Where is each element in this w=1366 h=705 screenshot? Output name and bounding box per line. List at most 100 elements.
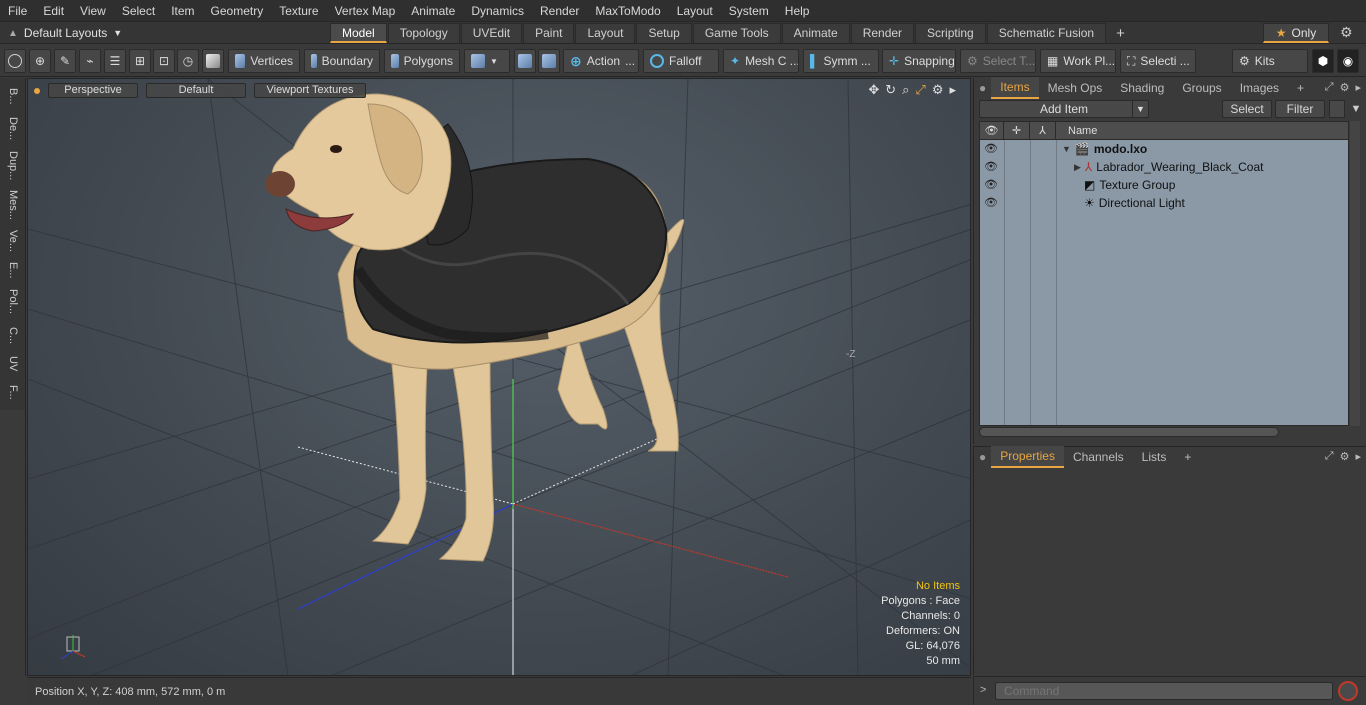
tab-items[interactable]: Items (991, 77, 1039, 99)
menu-help[interactable]: Help (777, 0, 818, 22)
filter-button[interactable]: Filter (1275, 100, 1325, 118)
tab-game-tools[interactable]: Game Tools (692, 23, 781, 43)
eye-col-icon[interactable]: 👁 (980, 122, 1004, 140)
menu-system[interactable]: System (721, 0, 777, 22)
pivot-button[interactable] (538, 49, 560, 73)
menu-view[interactable]: View (72, 0, 114, 22)
shading-default-button[interactable]: Default (146, 83, 246, 98)
lock-col-icon[interactable]: ✛ (1004, 122, 1030, 140)
tab-uvedit[interactable]: UVEdit (460, 23, 523, 43)
menu-maxtomodo[interactable]: MaxToModo (587, 0, 668, 22)
action-center-button[interactable]: ⊕ Action... (563, 49, 639, 73)
tree-horizontal-scrollbar[interactable] (979, 427, 1279, 437)
vertices-button[interactable]: Vertices (228, 49, 300, 73)
only-toggle[interactable]: ★ Only (1263, 23, 1329, 43)
tree-row-texture-group[interactable]: 👁 ◩ Texture Group (980, 176, 1348, 194)
tab-schematic-fusion[interactable]: Schematic Fusion (986, 23, 1107, 43)
record-icon[interactable] (1338, 681, 1358, 701)
tab-setup[interactable]: Setup (636, 23, 692, 43)
expand-triangle-icon[interactable]: ▶ (1074, 158, 1081, 176)
selection-sets-button[interactable]: ⛶ Selecti ... (1120, 49, 1196, 73)
tree-row-light[interactable]: 👁 ☀ Directional Light (980, 194, 1348, 212)
viewport-textures-button[interactable]: Viewport Textures (254, 83, 366, 98)
visibility-eye-icon[interactable]: 👁 (984, 140, 998, 158)
expand-arrow-icon[interactable]: ▸ (949, 82, 956, 98)
panel-gear-icon[interactable]: ⚙ (1340, 450, 1350, 463)
menu-edit[interactable]: Edit (35, 0, 72, 22)
side-tab-3[interactable]: Mes... (3, 186, 23, 224)
tab-paint[interactable]: Paint (523, 23, 575, 43)
timer-button[interactable]: ◷ (177, 49, 199, 73)
menu-animate[interactable]: Animate (403, 0, 463, 22)
tree-vertical-scrollbar[interactable] (1350, 121, 1360, 426)
add-panel-tab-button[interactable]: + (1175, 447, 1200, 467)
axis-col-icon[interactable]: ⅄ (1030, 122, 1056, 140)
kits-button[interactable]: ⚙ Kits (1232, 49, 1308, 73)
visibility-eye-icon[interactable]: 👁 (984, 176, 998, 194)
tab-properties[interactable]: Properties (991, 446, 1064, 468)
layout-selector[interactable]: ▲ Default Layouts ▼ (8, 22, 122, 44)
tab-lists[interactable]: Lists (1133, 447, 1176, 467)
panel-dot-icon[interactable]: ● (974, 81, 991, 95)
menu-geometry[interactable]: Geometry (203, 0, 272, 22)
panel-gear-icon[interactable]: ⚙ (1340, 81, 1350, 94)
menu-file[interactable]: File (0, 0, 35, 22)
side-tab-1[interactable]: De... (3, 112, 23, 146)
name-col-header[interactable]: Name (1056, 122, 1348, 140)
snap-grid-button[interactable]: ⊞ (129, 49, 151, 73)
visibility-eye-icon[interactable]: 👁 (984, 158, 998, 176)
add-tab-button[interactable]: + (1107, 23, 1134, 43)
menu-texture[interactable]: Texture (271, 0, 326, 22)
viewport-3d[interactable]: Perspective Default Viewport Textures ✥ … (27, 78, 971, 676)
rotate-view-icon[interactable]: ↻ (885, 82, 896, 98)
tab-layout[interactable]: Layout (575, 23, 636, 43)
menu-dynamics[interactable]: Dynamics (463, 0, 532, 22)
panel-dot-icon[interactable]: ● (974, 450, 991, 464)
zoom-view-icon[interactable]: ⌕ (902, 82, 909, 98)
fit-view-icon[interactable]: ⤢ (915, 82, 925, 98)
align-button[interactable]: ☰ (104, 49, 126, 73)
menu-item[interactable]: Item (163, 0, 202, 22)
tab-model[interactable]: Model (330, 23, 387, 43)
tab-images[interactable]: Images (1231, 78, 1288, 98)
menu-select[interactable]: Select (114, 0, 163, 22)
tab-mesh-ops[interactable]: Mesh Ops (1039, 78, 1112, 98)
add-panel-tab-button[interactable]: + (1288, 78, 1313, 98)
menu-layout[interactable]: Layout (669, 0, 721, 22)
tab-animate[interactable]: Animate (781, 23, 850, 43)
material-button[interactable] (514, 49, 536, 73)
tab-scripting[interactable]: Scripting (915, 23, 986, 43)
gear-icon[interactable]: ⚙ (1340, 24, 1353, 41)
tab-shading[interactable]: Shading (1111, 78, 1173, 98)
expand-icon[interactable]: ⤢ (1325, 450, 1334, 463)
funnel-icon[interactable]: ▼ (1348, 100, 1364, 118)
menu-vertex-map[interactable]: Vertex Map (327, 0, 404, 22)
tab-topology[interactable]: Topology (387, 23, 460, 43)
item-mode-button[interactable]: ▼ (464, 49, 510, 73)
side-tab-8[interactable]: UV (3, 352, 23, 376)
add-item-button[interactable]: Add Item ▼ (979, 100, 1149, 118)
side-tab-6[interactable]: Pol... (3, 284, 23, 320)
tree-row-mesh[interactable]: 👁 ▶ ⅄ Labrador_Wearing_Black_Coat (980, 158, 1348, 176)
chevron-down-icon[interactable]: ▼ (1132, 101, 1148, 117)
tree-row-scene[interactable]: 👁 ▼ 🎬 modo.lxo (980, 140, 1348, 158)
falloff-button[interactable]: Falloff (643, 49, 719, 73)
tab-render[interactable]: Render (850, 23, 915, 43)
center-button[interactable]: ⊡ (153, 49, 175, 73)
menu-render[interactable]: Render (532, 0, 587, 22)
move-view-icon[interactable]: ✥ (868, 82, 879, 98)
tab-channels[interactable]: Channels (1064, 447, 1133, 467)
select-through-button[interactable]: ⚙ Select T... (960, 49, 1036, 73)
side-tab-9[interactable]: F... (3, 378, 23, 406)
work-plane-button[interactable]: ▦ Work Pl... (1040, 49, 1116, 73)
visibility-eye-icon[interactable]: 👁 (984, 194, 998, 212)
symmetry-button[interactable]: ▌ Symm ... (803, 49, 879, 73)
side-tab-0[interactable]: B... (3, 82, 23, 110)
polygons-button[interactable]: Polygons (384, 49, 460, 73)
side-tab-7[interactable]: C... (3, 322, 23, 350)
shield-button[interactable] (202, 49, 224, 73)
perspective-button[interactable]: Perspective (48, 83, 138, 98)
brush-button[interactable]: ⌁ (79, 49, 101, 73)
viewport-dot-icon[interactable] (34, 87, 40, 94)
panel-arrow-icon[interactable]: ▸ (1355, 81, 1361, 94)
